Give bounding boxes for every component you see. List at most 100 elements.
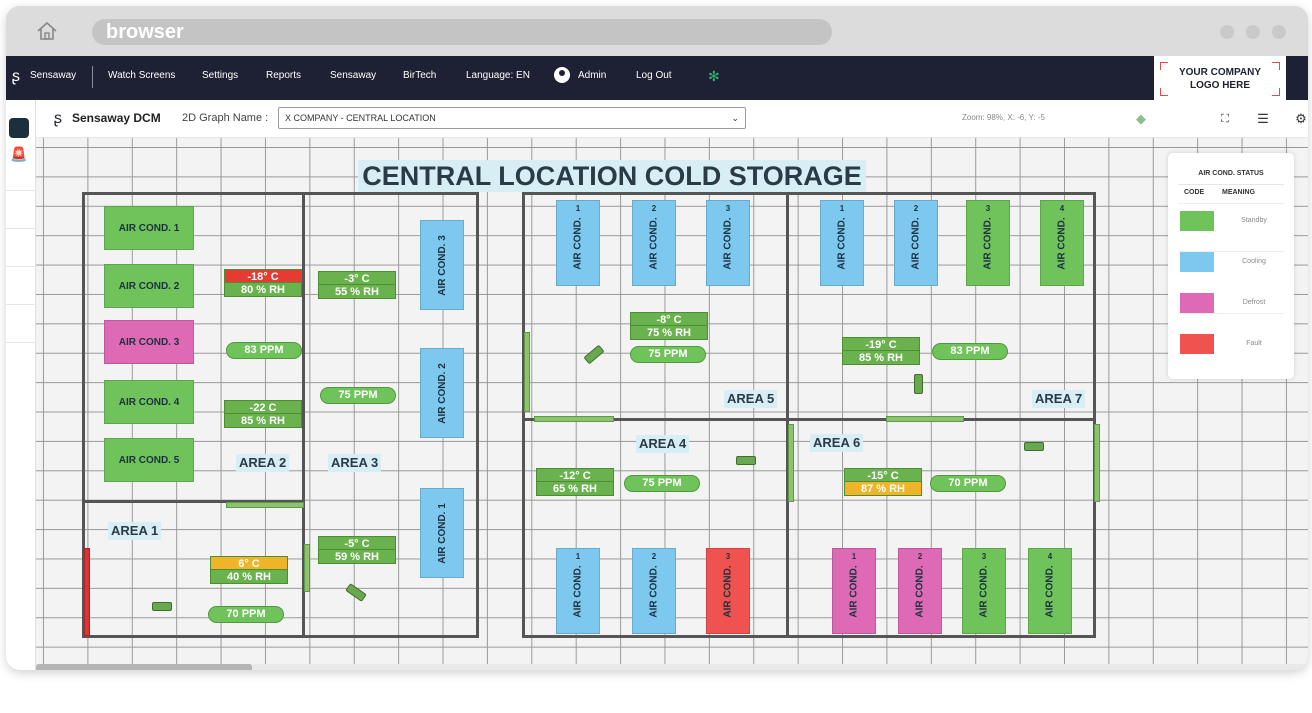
- nav-settings[interactable]: Settings: [202, 56, 238, 100]
- ac-status-legend: AIR COND. STATUS CODE MEANING Standby Co…: [1168, 153, 1294, 379]
- ppm-reading[interactable]: 70 PPM: [208, 606, 284, 623]
- sensor-reading[interactable]: -3° C 55 % RH: [318, 271, 396, 299]
- ppm-reading[interactable]: 75 PPM: [320, 387, 396, 404]
- humidity-value: 80 % RH: [224, 283, 302, 297]
- nav-divider: [92, 66, 93, 88]
- sensor-reading[interactable]: -5° C 59 % RH: [318, 536, 396, 564]
- air-cond-unit[interactable]: 3 AIR COND.: [706, 548, 750, 634]
- browser-chrome: browser: [6, 6, 1308, 56]
- air-cond-unit[interactable]: AIR COND. 2: [104, 264, 194, 308]
- air-cond-unit[interactable]: AIR COND. 4: [104, 380, 194, 424]
- air-cond-number: 3: [981, 552, 987, 561]
- legend-meaning: Fault: [1246, 340, 1262, 347]
- window-dot: [1246, 25, 1260, 39]
- temperature-value: -15° C: [844, 468, 922, 482]
- graph-name-select[interactable]: X COMPANY - CENTRAL LOCATION ⌄: [278, 107, 746, 129]
- air-cond-label: AIR COND. 3: [118, 336, 180, 348]
- air-cond-unit[interactable]: 2 AIR COND.: [632, 548, 676, 634]
- ppm-reading[interactable]: 75 PPM: [630, 346, 706, 363]
- wall: [522, 635, 1096, 638]
- legend-swatch-standby: [1180, 211, 1214, 231]
- area-label: AREA 1: [108, 522, 162, 540]
- air-cond-unit[interactable]: AIR COND. 5: [104, 438, 194, 482]
- horizontal-scrollbar-thumb[interactable]: [36, 664, 252, 670]
- air-cond-unit[interactable]: AIR COND. 3: [104, 320, 194, 364]
- graph-toolbar: ʂ Sensaway DCM 2D Graph Name : X COMPANY…: [36, 100, 1308, 138]
- home-icon[interactable]: [36, 21, 58, 41]
- air-cond-number: 4: [1047, 552, 1053, 561]
- sensor-reading[interactable]: -12° C 65 % RH: [536, 468, 614, 496]
- air-cond-number: 2: [651, 552, 657, 561]
- layers-icon[interactable]: ◆: [1132, 110, 1150, 128]
- sensor-device[interactable]: [583, 344, 605, 365]
- air-cond-number: 2: [651, 204, 657, 213]
- air-cond-unit[interactable]: 3 AIR COND.: [962, 548, 1006, 634]
- sensor-reading[interactable]: -15° C 87 % RH: [844, 468, 922, 496]
- legend-meaning: Defrost: [1242, 299, 1266, 306]
- air-cond-unit[interactable]: AIR COND. 2: [420, 348, 464, 438]
- air-cond-unit[interactable]: 2 AIR COND.: [632, 200, 676, 286]
- air-cond-unit[interactable]: 1 AIR COND.: [556, 200, 600, 286]
- nav-birtech[interactable]: BirTech: [403, 56, 436, 100]
- air-cond-unit[interactable]: 2 AIR COND.: [898, 548, 942, 634]
- air-cond-unit[interactable]: 4 AIR COND.: [1040, 200, 1084, 286]
- sensor-device[interactable]: [914, 374, 923, 394]
- humidity-value: 65 % RH: [536, 482, 614, 496]
- air-cond-unit[interactable]: AIR COND. 1: [104, 206, 194, 250]
- door: [304, 544, 310, 592]
- door: [534, 416, 614, 422]
- nav-reports[interactable]: Reports: [266, 56, 301, 100]
- sensor-device[interactable]: [345, 583, 367, 602]
- nav-brand[interactable]: Sensaway: [30, 56, 76, 100]
- area-label: AREA 6: [810, 434, 864, 452]
- temperature-value: -8° C: [630, 312, 708, 326]
- air-cond-label: AIR COND.: [1044, 564, 1056, 618]
- settings-gear-icon[interactable]: ✻: [708, 69, 722, 83]
- sensor-reading[interactable]: -8° C 75 % RH: [630, 312, 708, 340]
- sensor-reading[interactable]: -18° C 80 % RH: [224, 269, 302, 297]
- sensor-device[interactable]: [1024, 442, 1044, 451]
- ppm-reading[interactable]: 83 PPM: [932, 343, 1008, 360]
- air-cond-unit[interactable]: AIR COND. 1: [420, 488, 464, 578]
- siren-icon[interactable]: 🚨: [10, 146, 28, 164]
- sensor-reading[interactable]: 6° C 40 % RH: [210, 556, 288, 584]
- air-cond-unit[interactable]: 2 AIR COND.: [894, 200, 938, 286]
- air-cond-label: AIR COND.: [722, 216, 734, 270]
- air-cond-label: AIR COND.: [836, 216, 848, 270]
- air-cond-unit[interactable]: 4 AIR COND.: [1028, 548, 1072, 634]
- url-bar[interactable]: browser: [92, 19, 832, 45]
- air-cond-unit[interactable]: 1 AIR COND.: [820, 200, 864, 286]
- ppm-reading[interactable]: 70 PPM: [930, 475, 1006, 492]
- top-nav: ʂ Sensaway Watch Screens Settings Report…: [6, 56, 1308, 100]
- sensor-reading[interactable]: -22 C 85 % RH: [224, 400, 302, 428]
- nav-watch-screens[interactable]: Watch Screens: [108, 56, 175, 100]
- sensor-device[interactable]: [152, 602, 172, 611]
- fullscreen-icon[interactable]: ⛶: [1216, 110, 1234, 128]
- ppm-reading[interactable]: 83 PPM: [226, 342, 302, 359]
- list-icon[interactable]: ☰: [1254, 110, 1272, 128]
- admin-icon[interactable]: [554, 67, 570, 83]
- air-cond-unit[interactable]: 1 AIR COND.: [556, 548, 600, 634]
- air-cond-number: 3: [985, 204, 991, 213]
- sensor-reading[interactable]: -19° C 85 % RH: [842, 337, 920, 365]
- nav-sensaway[interactable]: Sensaway: [330, 56, 376, 100]
- nav-logout[interactable]: Log Out: [636, 56, 672, 100]
- settings-icon[interactable]: ⚙: [1292, 110, 1308, 128]
- air-cond-unit[interactable]: 1 AIR COND.: [832, 548, 876, 634]
- humidity-value: 59 % RH: [318, 550, 396, 564]
- nav-admin[interactable]: Admin: [578, 56, 606, 100]
- area-label: AREA 4: [636, 435, 690, 453]
- air-cond-unit[interactable]: 3 AIR COND.: [966, 200, 1010, 286]
- air-cond-label: AIR COND. 2: [436, 362, 448, 424]
- humidity-value: 75 % RH: [630, 326, 708, 340]
- graph-name-label: 2D Graph Name :: [182, 112, 269, 124]
- ppm-reading[interactable]: 75 PPM: [624, 475, 700, 492]
- floor-plan-canvas[interactable]: CENTRAL LOCATION COLD STORAGE AIR COND. …: [36, 138, 1308, 670]
- air-cond-label: AIR COND.: [982, 216, 994, 270]
- nav-language[interactable]: Language: EN: [466, 56, 530, 100]
- sidebar-panel-button[interactable]: [9, 118, 29, 138]
- legend-swatch-defrost: [1180, 293, 1214, 313]
- air-cond-unit[interactable]: AIR COND. 3: [420, 220, 464, 310]
- sensor-device[interactable]: [736, 456, 756, 465]
- air-cond-unit[interactable]: 3 AIR COND.: [706, 200, 750, 286]
